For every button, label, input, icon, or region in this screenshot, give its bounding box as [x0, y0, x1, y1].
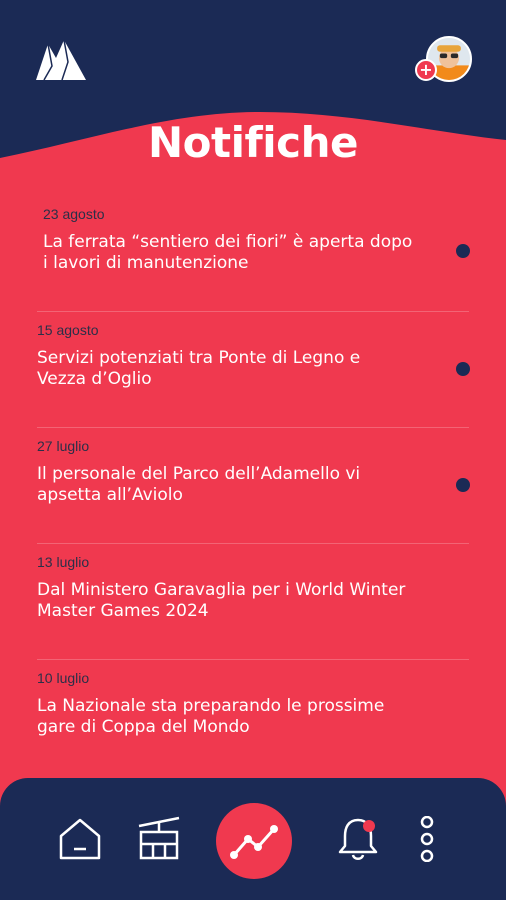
trend-chart-button[interactable]	[216, 803, 292, 879]
notifications-screen: + Notifiche 23 agosto La ferrata “sentie…	[0, 0, 506, 900]
notification-list: 23 agosto La ferrata “sentiero dei fiori…	[0, 196, 506, 776]
notification-date: 13 luglio	[37, 554, 90, 570]
trend-chart-icon	[230, 825, 278, 859]
notification-item[interactable]: 23 agosto La ferrata “sentiero dei fiori…	[0, 196, 506, 312]
unread-dot	[456, 478, 470, 492]
notification-text: La Nazionale sta preparando le prossime …	[37, 696, 385, 737]
cable-car-icon[interactable]	[137, 814, 181, 862]
more-vertical-icon[interactable]	[418, 816, 436, 862]
page-title: Notifiche	[148, 118, 358, 167]
notification-date: 15 agosto	[37, 322, 99, 338]
notification-item[interactable]: 15 agosto Servizi potenziati tra Ponte d…	[0, 312, 506, 428]
notification-item[interactable]: 10 luglio La Nazionale sta preparando le…	[0, 660, 506, 776]
notification-date: 23 agosto	[43, 206, 105, 222]
notification-date: 27 luglio	[37, 438, 90, 454]
notification-item[interactable]: 27 luglio Il personale del Parco dell’Ad…	[0, 428, 506, 544]
bell-icon[interactable]	[336, 814, 382, 862]
notification-text: La ferrata “sentiero dei fiori” è aperta…	[43, 232, 413, 273]
add-account-badge[interactable]: +	[415, 59, 437, 81]
notification-text: Dal Ministero Garavaglia per i World Win…	[37, 580, 406, 621]
mountain-logo-icon[interactable]	[34, 36, 88, 82]
notification-item[interactable]: 13 luglio Dal Ministero Garavaglia per i…	[0, 544, 506, 660]
notification-text: Servizi potenziati tra Ponte di Legno e …	[37, 348, 361, 389]
notification-text: Il personale del Parco dell’Adamello vi …	[37, 464, 361, 505]
unread-dot	[456, 244, 470, 258]
home-icon[interactable]	[57, 816, 103, 862]
unread-dot	[456, 362, 470, 376]
notification-date: 10 luglio	[37, 670, 90, 686]
